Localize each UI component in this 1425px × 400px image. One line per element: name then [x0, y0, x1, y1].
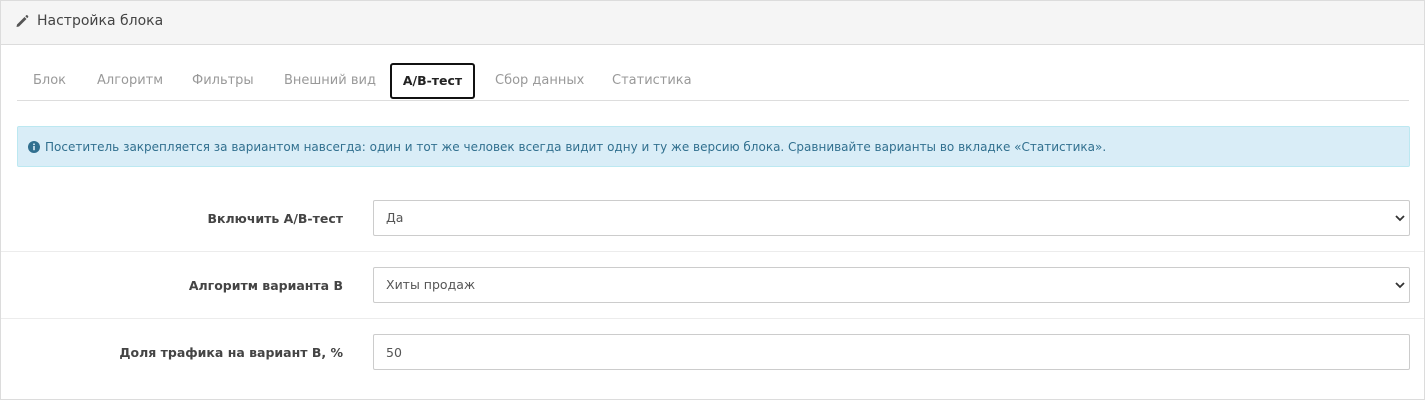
- row-divider: [1, 318, 1424, 319]
- tab-data-collection[interactable]: Сбор данных: [495, 61, 584, 100]
- tab-filters[interactable]: Фильтры: [192, 61, 254, 100]
- panel-title-text: Настройка блока: [37, 13, 164, 29]
- pencil-icon: [16, 15, 29, 27]
- settings-tabs: Блок Алгоритм Фильтры Внешний вид A/B-те…: [17, 61, 1409, 101]
- tab-algorithm[interactable]: Алгоритм: [97, 61, 163, 100]
- panel-title: Настройка блока: [15, 13, 163, 29]
- alert-text: Посетитель закрепляется за вариантом нав…: [45, 139, 1107, 154]
- info-alert: Посетитель закрепляется за вариантом нав…: [17, 126, 1410, 167]
- enable-ab-select[interactable]: Да: [373, 200, 1410, 236]
- variant-b-algorithm-label: Алгоритм варианта B: [188, 278, 343, 293]
- tab-ab-test[interactable]: A/B-тест: [390, 63, 475, 99]
- variant-b-algorithm-select[interactable]: Хиты продаж: [373, 267, 1410, 303]
- enable-ab-label: Включить A/B-тест: [207, 211, 344, 226]
- tab-appearance[interactable]: Внешний вид: [284, 61, 376, 100]
- info-circle-icon: [28, 140, 40, 153]
- variant-b-algorithm-value: Хиты продаж: [386, 277, 476, 292]
- traffic-share-label: Доля трафика на вариант B, %: [119, 345, 343, 360]
- block-settings-panel: Настройка блока Блок Алгоритм Фильтры Вн…: [0, 0, 1425, 400]
- panel-heading: Настройка блока: [1, 1, 1424, 45]
- traffic-share-input[interactable]: [373, 334, 1410, 370]
- chevron-down-icon: [1395, 282, 1405, 289]
- enable-ab-value: Да: [386, 210, 404, 225]
- tab-statistics[interactable]: Статистика: [612, 61, 692, 100]
- tab-block[interactable]: Блок: [33, 61, 66, 100]
- chevron-down-icon: [1395, 215, 1405, 222]
- row-divider: [1, 251, 1424, 252]
